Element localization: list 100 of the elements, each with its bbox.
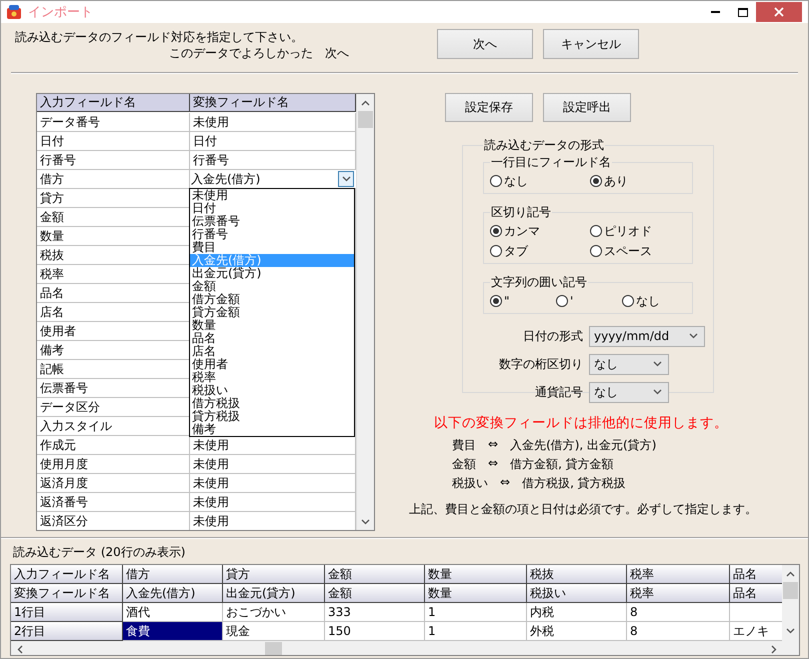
- group-title: 一行目にフィールド名: [490, 154, 612, 171]
- radio-option[interactable]: なし: [490, 172, 590, 190]
- column-header: 入金先(借方): [123, 584, 223, 603]
- table-cell: 作成元: [37, 436, 190, 455]
- dialog-button[interactable]: キャンセル: [543, 29, 639, 59]
- scroll-thumb[interactable]: [358, 111, 373, 128]
- column-header: 品名: [730, 584, 782, 603]
- dropdown-item[interactable]: 借方金額: [190, 293, 354, 306]
- scroll-thumb[interactable]: [783, 582, 798, 599]
- instruction-text: 読み込むデータのフィールド対応を指定して下さい。: [15, 29, 304, 45]
- dropdown-item[interactable]: 借方税扱: [190, 397, 354, 410]
- window-title: インポート: [28, 4, 94, 21]
- radio-option[interactable]: あり: [590, 172, 690, 190]
- table-cell: 内税: [527, 603, 627, 622]
- select-field[interactable]: なし: [589, 382, 669, 402]
- dropdown-item[interactable]: 備考: [190, 423, 354, 436]
- row-header: 変換フィールド名: [11, 584, 123, 603]
- column-header: 品名: [730, 565, 782, 584]
- table-cell: 未使用: [190, 474, 356, 493]
- table-cell: 未使用: [190, 113, 356, 132]
- row-header: 1行目: [11, 603, 123, 622]
- column-header: 数量: [425, 584, 527, 603]
- scroll-left-icon: [16, 644, 22, 654]
- table-cell: 使用月度: [37, 455, 190, 474]
- dropdown-item[interactable]: 未使用: [190, 189, 354, 202]
- rule-field: 金額: [452, 456, 476, 470]
- chevron-down-icon: [689, 333, 698, 339]
- table-cell: 150: [325, 622, 425, 641]
- radio-option[interactable]: カンマ: [490, 222, 590, 240]
- table-cell: 返済月度: [37, 474, 190, 493]
- rule-field: 費目: [452, 437, 476, 451]
- table-cell: 行番号: [37, 151, 190, 170]
- radio-option[interactable]: ': [556, 294, 622, 308]
- scroll-down-icon: [361, 518, 370, 524]
- table-cell: 8: [627, 603, 730, 622]
- radio-option[interactable]: スペース: [590, 242, 690, 260]
- chevron-down-icon: [653, 361, 662, 367]
- dialog-button[interactable]: 次へ: [437, 29, 533, 59]
- dropdown-item[interactable]: 品名: [190, 332, 354, 345]
- rule-field: 税扱い: [452, 475, 488, 489]
- bag-icon: [6, 4, 22, 20]
- column-header: 入力フィールド名: [37, 94, 190, 112]
- group-title: 文字列の囲い記号: [490, 274, 588, 291]
- settings-button[interactable]: 設定呼出: [543, 93, 631, 122]
- table-cell: 未使用: [190, 455, 356, 474]
- dropdown-item[interactable]: 行番号: [190, 228, 354, 241]
- warning-text: 以下の変換フィールドは排他的に使用します。: [434, 414, 729, 432]
- group-title: 読み込むデータの形式: [483, 137, 605, 154]
- minimize-icon: [711, 11, 720, 13]
- instruction-text: このデータでよろしかった 次へ: [169, 46, 349, 60]
- chevron-down-icon: [342, 176, 350, 182]
- table-cell: 酒代: [123, 603, 223, 622]
- column-header: 数量: [425, 565, 527, 584]
- table-cell: 外税: [527, 622, 627, 641]
- column-header: 貸方: [223, 565, 325, 584]
- field-label: 通貨記号: [535, 384, 583, 398]
- dropdown-item[interactable]: 数量: [190, 319, 354, 332]
- dropdown-item[interactable]: 金額: [190, 280, 354, 293]
- dropdown-item[interactable]: 費目: [190, 241, 354, 254]
- column-header: 金額: [325, 584, 425, 603]
- dropdown-button[interactable]: [338, 171, 354, 187]
- close-button[interactable]: [756, 2, 802, 22]
- table-cell: おこづかい: [223, 603, 325, 622]
- dropdown-item[interactable]: 貸方金額: [190, 306, 354, 319]
- radio-option[interactable]: ": [490, 294, 556, 308]
- dropdown-item[interactable]: 税率: [190, 371, 354, 384]
- close-icon: [774, 7, 784, 17]
- table-cell: 333: [325, 603, 425, 622]
- chevron-down-icon: [653, 389, 662, 395]
- rule-targets: 入金先(借方), 出金元(貸方): [510, 437, 656, 451]
- field-label: 日付の形式: [523, 328, 583, 342]
- dropdown-item[interactable]: 税扱い: [190, 384, 354, 397]
- column-header: 税率: [627, 584, 730, 603]
- settings-button[interactable]: 設定保存: [445, 93, 533, 122]
- column-header: 税抜: [527, 565, 627, 584]
- column-header: 税扱い: [527, 584, 627, 603]
- dropdown-item[interactable]: 店名: [190, 345, 354, 358]
- radio-option[interactable]: なし: [622, 292, 688, 310]
- rule-symbol: ⇔: [488, 456, 498, 470]
- select-field[interactable]: なし: [589, 354, 669, 374]
- column-header: 金額: [325, 565, 425, 584]
- table-cell: 1: [425, 622, 527, 641]
- table-cell: 1: [425, 603, 527, 622]
- dropdown-item[interactable]: 日付: [190, 202, 354, 215]
- dropdown-item[interactable]: 貸方税扱: [190, 410, 354, 423]
- radio-option[interactable]: タブ: [490, 242, 590, 260]
- radio-option[interactable]: ピリオド: [590, 222, 690, 240]
- scroll-up-icon: [361, 100, 370, 106]
- rule-symbol: ⇔: [488, 437, 498, 451]
- vertical-scrollbar[interactable]: [356, 94, 374, 530]
- scroll-thumb[interactable]: [265, 642, 282, 655]
- dropdown-item[interactable]: 伝票番号: [190, 215, 354, 228]
- table-cell: データ番号: [37, 113, 190, 132]
- table-cell: 食費: [123, 622, 223, 641]
- scroll-down-icon: [786, 628, 795, 634]
- select-field[interactable]: yyyy/mm/dd: [589, 326, 705, 346]
- dropdown-item[interactable]: 使用者: [190, 358, 354, 371]
- table-cell: 行番号: [190, 151, 356, 170]
- dropdown-item[interactable]: 出金元(貸方): [190, 267, 354, 280]
- rule-targets: 借方金額, 貸方金額: [510, 456, 614, 470]
